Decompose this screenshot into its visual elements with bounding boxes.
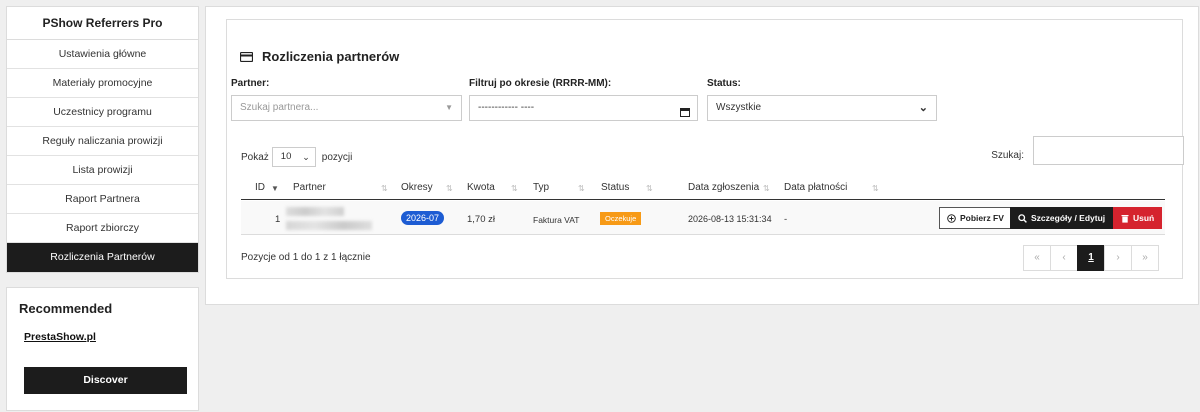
delete-button[interactable]: Usuń bbox=[1113, 207, 1163, 229]
sidebar-item-summary-report[interactable]: Raport zbiorczy bbox=[7, 214, 198, 243]
sidebar-item-partner-report[interactable]: Raport Partnera bbox=[7, 185, 198, 214]
panel-heading: Rozliczenia partnerów bbox=[240, 49, 399, 64]
status-select-value: Wszystkie bbox=[716, 102, 761, 113]
column-header-status[interactable]: Status bbox=[601, 182, 629, 193]
sidebar-item-commission-list[interactable]: Lista prowizji bbox=[7, 156, 198, 185]
pager-last[interactable]: » bbox=[1131, 245, 1159, 271]
column-header-submitted[interactable]: Data zgłoszenia bbox=[688, 182, 759, 193]
partner-search-select[interactable]: Szukaj partnera... ▼ bbox=[231, 95, 462, 121]
sidebar: PShow Referrers Pro Ustawienia główne Ma… bbox=[6, 6, 199, 411]
page-length-control: Pokaż 10 ⌄ pozycji bbox=[241, 147, 352, 167]
pager-first[interactable]: « bbox=[1023, 245, 1051, 271]
recommended-title: Recommended bbox=[19, 301, 113, 316]
partner-filter-label: Partner: bbox=[231, 78, 270, 89]
discover-button[interactable]: Discover bbox=[24, 367, 187, 394]
pager-previous[interactable]: ‹ bbox=[1050, 245, 1078, 271]
pager-next[interactable]: › bbox=[1104, 245, 1132, 271]
pager-page-1[interactable]: 1 bbox=[1077, 245, 1105, 271]
recommended-box: Recommended PrestaShow.pl Discover bbox=[6, 287, 199, 411]
sidebar-item-settings[interactable]: Ustawienia główne bbox=[7, 40, 198, 69]
pagination: « ‹ 1 › » bbox=[1023, 245, 1159, 271]
partner-search-placeholder: Szukaj partnera... bbox=[240, 102, 319, 113]
download-invoice-button[interactable]: Pobierz FV bbox=[939, 207, 1012, 229]
row-amount: 1,70 zł bbox=[467, 214, 495, 225]
sort-desc-icon: ▼ bbox=[271, 184, 279, 193]
download-invoice-label: Pobierz FV bbox=[960, 213, 1004, 223]
sort-icon: ⇅ bbox=[872, 184, 879, 193]
page-length-suffix: pozycji bbox=[321, 151, 353, 163]
period-filter-label: Filtruj po okresie (RRRR-MM): bbox=[469, 78, 612, 89]
row-paid: - bbox=[784, 214, 788, 225]
table-row: 1 2026-07 1,70 zł Faktura VAT Oczekuje 2… bbox=[241, 201, 1165, 235]
credit-card-icon bbox=[240, 51, 253, 62]
details-edit-label: Szczegóły / Edytuj bbox=[1031, 213, 1106, 223]
plus-circle-icon bbox=[947, 213, 956, 223]
status-select[interactable]: Wszystkie ⌄ bbox=[707, 95, 937, 121]
page-length-select[interactable]: 10 ⌄ bbox=[271, 147, 316, 167]
trash-icon bbox=[1121, 214, 1129, 223]
search-icon bbox=[1018, 213, 1027, 223]
redacted-partner-email bbox=[286, 221, 372, 230]
calendar-icon[interactable] bbox=[680, 103, 690, 127]
sort-icon: ⇅ bbox=[646, 184, 653, 193]
prestashow-link[interactable]: PrestaShow.pl bbox=[24, 331, 96, 343]
redacted-partner-name bbox=[286, 207, 344, 216]
status-badge: Oczekuje bbox=[600, 212, 642, 225]
period-month-input[interactable]: ------------ ---- bbox=[469, 95, 698, 121]
column-header-id[interactable]: ID bbox=[255, 182, 265, 193]
column-header-paid[interactable]: Data płatności bbox=[784, 182, 847, 193]
table-info: Pozycje od 1 do 1 z 1 łącznie bbox=[241, 252, 371, 263]
column-header-amount[interactable]: Kwota bbox=[467, 182, 495, 193]
row-id: 1 bbox=[275, 214, 281, 225]
column-header-type[interactable]: Typ bbox=[533, 182, 549, 193]
sort-icon: ⇅ bbox=[381, 184, 388, 193]
sort-icon: ⇅ bbox=[578, 184, 585, 193]
table-header: ID ▼ Partner ⇅ Okresy ⇅ Kwota ⇅ Typ ⇅ St… bbox=[241, 175, 1165, 200]
module-title: PShow Referrers Pro bbox=[7, 7, 198, 40]
period-month-value: ------------ ---- bbox=[478, 102, 535, 113]
settlements-card: Rozliczenia partnerów Partner: Szukaj pa… bbox=[226, 19, 1184, 279]
chevron-down-icon: ▼ bbox=[445, 103, 453, 112]
sidebar-menu: PShow Referrers Pro Ustawienia główne Ma… bbox=[6, 6, 199, 273]
sort-icon: ⇅ bbox=[446, 184, 453, 193]
chevron-down-icon: ⌄ bbox=[302, 152, 310, 162]
page-length-value: 10 bbox=[280, 151, 292, 162]
row-type: Faktura VAT bbox=[533, 215, 580, 225]
delete-label: Usuń bbox=[1133, 213, 1155, 223]
sidebar-item-commission-rules[interactable]: Reguły naliczania prowizji bbox=[7, 127, 198, 156]
details-edit-button[interactable]: Szczegóły / Edytuj bbox=[1010, 207, 1114, 229]
chevron-down-icon: ⌄ bbox=[918, 102, 928, 114]
sort-icon: ⇅ bbox=[511, 184, 518, 193]
main-panel: Rozliczenia partnerów Partner: Szukaj pa… bbox=[205, 6, 1199, 305]
sidebar-item-partner-settlements[interactable]: Rozliczenia Partnerów bbox=[7, 243, 198, 272]
column-header-period[interactable]: Okresy bbox=[401, 182, 433, 193]
page-length-prefix: Pokaż bbox=[241, 151, 269, 163]
page-title: Rozliczenia partnerów bbox=[262, 49, 400, 64]
status-filter-label: Status: bbox=[707, 78, 741, 89]
sidebar-item-participants[interactable]: Uczestnicy programu bbox=[7, 98, 198, 127]
column-header-partner[interactable]: Partner bbox=[293, 182, 326, 193]
sort-icon: ⇅ bbox=[763, 184, 770, 193]
search-input[interactable] bbox=[1033, 136, 1184, 165]
search-label: Szukaj: bbox=[991, 150, 1024, 161]
period-badge: 2026-07 bbox=[401, 211, 445, 225]
row-submitted: 2026-08-13 15:31:34 bbox=[688, 214, 772, 224]
sidebar-item-promo-materials[interactable]: Materiały promocyjne bbox=[7, 69, 198, 98]
